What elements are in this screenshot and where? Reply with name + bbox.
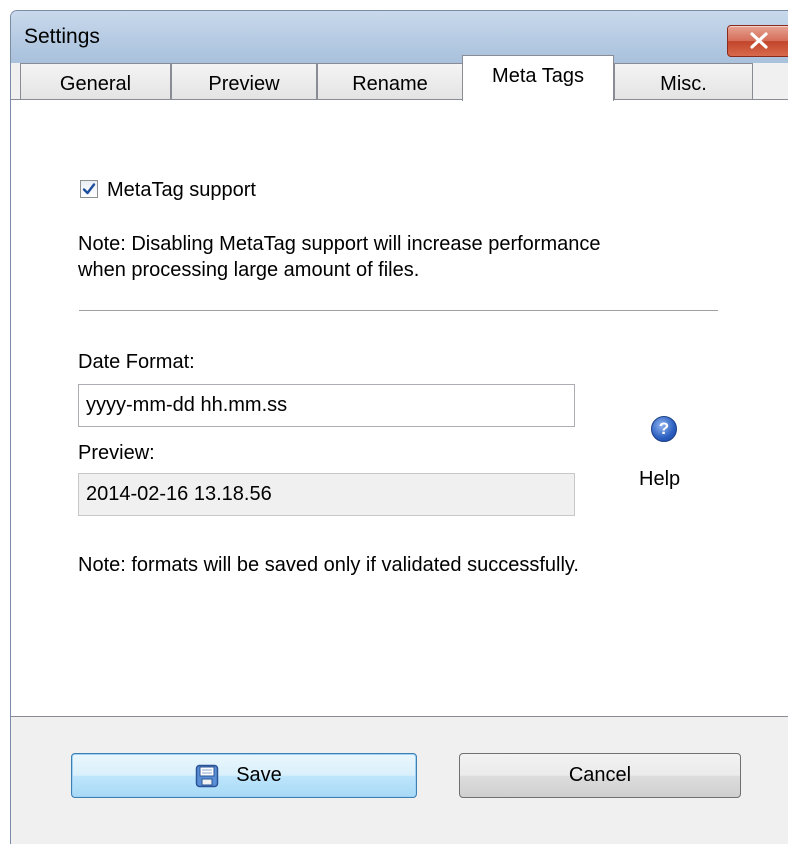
cancel-button[interactable]: Cancel [459,753,741,798]
save-button-label: Save [236,764,282,786]
metatag-support-label[interactable]: MetaTag support [107,179,256,202]
help-question-icon[interactable]: ? [651,416,677,442]
tab-misc-label: Misc. [660,73,707,95]
close-icon [750,32,768,49]
tab-preview-label: Preview [208,73,280,95]
tab-meta-tags[interactable]: Meta Tags [462,55,614,101]
section-divider [79,310,718,312]
preview-output [78,473,575,516]
save-button[interactable]: Save [71,753,417,798]
settings-window: Settings General Preview Rename Meta Tag… [10,10,788,844]
performance-note-line1: Note: Disabling MetaTag support will inc… [78,233,601,255]
date-format-input[interactable] [78,384,575,427]
validation-note: Note: formats will be saved only if vali… [78,554,579,576]
tab-rename-label: Rename [352,73,428,95]
close-button[interactable] [727,25,788,57]
floppy-disk-icon [195,764,219,788]
cancel-button-label: Cancel [568,764,632,786]
window-title: Settings [24,25,100,48]
preview-label: Preview: [78,442,155,464]
tab-rename[interactable]: Rename [317,63,463,101]
performance-note-line2: when processing large amount of files. [78,259,420,281]
tab-general-label: General [59,73,132,95]
tab-preview[interactable]: Preview [171,63,317,101]
metatag-support-checkbox[interactable] [80,180,98,198]
date-format-label: Date Format: [78,351,195,373]
tab-meta-tags-label: Meta Tags [492,65,584,87]
help-label[interactable]: Help [639,468,680,491]
title-bar[interactable]: Settings [11,11,788,63]
checkmark-icon [82,183,96,195]
tab-misc[interactable]: Misc. [614,63,753,101]
tab-general[interactable]: General [20,63,171,101]
